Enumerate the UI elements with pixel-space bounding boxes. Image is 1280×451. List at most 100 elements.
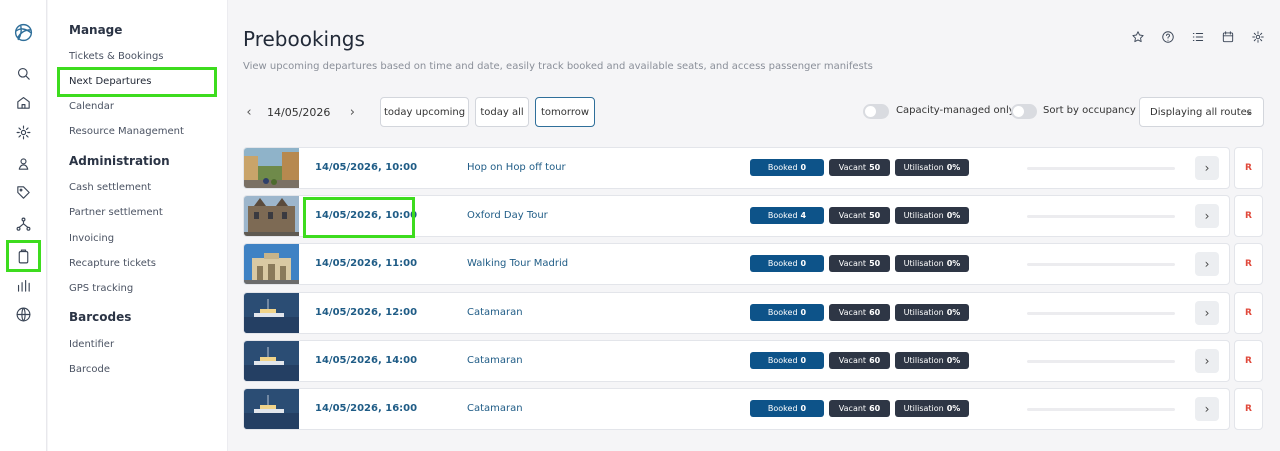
r-button[interactable]: R [1234, 243, 1263, 285]
highlight-box [303, 197, 415, 238]
open-departure-button[interactable]: › [1195, 301, 1219, 325]
tour-thumbnail [244, 293, 299, 333]
today-all-button[interactable]: today all [475, 97, 529, 127]
open-departure-button[interactable]: › [1195, 349, 1219, 373]
routes-select[interactable]: Displaying all routes ⌄ [1139, 97, 1264, 127]
calendar-icon[interactable] [1220, 29, 1236, 45]
menu-item-cash-settlement[interactable]: Cash settlement [69, 182, 151, 193]
current-date: 14/05/2026 [267, 106, 331, 119]
utilisation-badge: Utilisation 0% [895, 304, 969, 321]
menu-section-manage: Manage [69, 23, 123, 37]
occupancy-toggle[interactable] [1011, 104, 1037, 119]
departure-time[interactable]: 14/05/2026, 14:00 [315, 355, 417, 366]
tag-icon[interactable] [11, 180, 35, 204]
route-name[interactable]: Oxford Day Tour [467, 210, 548, 221]
menu-item-resource-management[interactable]: Resource Management [69, 126, 184, 137]
network-icon[interactable] [11, 212, 35, 236]
menu-item-partner-settlement[interactable]: Partner settlement [69, 207, 163, 218]
utilisation-badge: Utilisation 0% [895, 159, 969, 176]
r-button[interactable]: R [1234, 340, 1263, 382]
header-actions [1130, 29, 1266, 45]
highlight-box [57, 67, 217, 97]
page-title: Prebookings [243, 27, 365, 51]
tour-thumbnail [244, 244, 299, 284]
tour-thumbnail [244, 389, 299, 429]
capacity-toggle[interactable] [863, 104, 889, 119]
departure-time[interactable]: 14/05/2026, 12:00 [315, 307, 417, 318]
home-icon[interactable] [11, 90, 35, 114]
occupancy-toggle-label: Sort by occupancy [1043, 105, 1136, 116]
vacant-badge: Vacant 50 [829, 255, 890, 272]
vacant-badge: Vacant 60 [829, 400, 890, 417]
departure-time[interactable]: 14/05/2026, 11:00 [315, 258, 417, 269]
booked-badge: Booked 0 [750, 159, 824, 176]
open-departure-button[interactable]: › [1195, 204, 1219, 228]
globe-icon[interactable] [11, 302, 35, 326]
open-departure-button[interactable]: › [1195, 156, 1219, 180]
r-button[interactable]: R [1234, 292, 1263, 334]
booked-badge: Booked 0 [750, 255, 824, 272]
departure-row[interactable]: 14/05/2026, 11:00 Walking Tour Madrid Book… [243, 243, 1230, 285]
r-button[interactable]: R [1234, 147, 1263, 189]
booked-badge: Booked 0 [750, 400, 824, 417]
utilisation-badge: Utilisation 0% [895, 352, 969, 369]
bar-chart-icon[interactable] [11, 273, 35, 297]
route-name[interactable]: Hop on Hop off tour [467, 162, 566, 173]
open-departure-button[interactable]: › [1195, 252, 1219, 276]
occupancy-bar [1027, 215, 1175, 218]
list-icon[interactable] [1190, 29, 1206, 45]
icon-rail [0, 0, 47, 451]
utilisation-badge: Utilisation 0% [895, 400, 969, 417]
tour-thumbnail [244, 148, 299, 188]
r-button[interactable]: R [1234, 388, 1263, 430]
menu-item-tickets-bookings[interactable]: Tickets & Bookings [69, 51, 164, 62]
highlight-box [6, 240, 41, 272]
departure-time[interactable]: 14/05/2026, 10:00 [315, 162, 417, 173]
menu-item-invoicing[interactable]: Invoicing [69, 233, 114, 244]
open-departure-button[interactable]: › [1195, 397, 1219, 421]
vacant-badge: Vacant 50 [829, 207, 890, 224]
star-icon[interactable] [1130, 29, 1146, 45]
departure-time[interactable]: 14/05/2026, 16:00 [315, 403, 417, 414]
occupancy-bar [1027, 408, 1175, 411]
booked-badge: Booked 0 [750, 304, 824, 321]
route-name[interactable]: Catamaran [467, 403, 523, 414]
departure-row[interactable]: 14/05/2026, 16:00 Catamaran Booked 0 Vacant 6… [243, 388, 1230, 430]
logo-icon[interactable] [11, 20, 35, 44]
page-subtitle: View upcoming departures based on time a… [243, 61, 873, 72]
next-date-button[interactable]: › [346, 105, 358, 120]
menu-item-calendar[interactable]: Calendar [69, 101, 114, 112]
prev-date-button[interactable]: ‹ [243, 105, 255, 120]
menu-section-administration: Administration [69, 154, 170, 168]
tour-thumbnail [244, 196, 299, 236]
route-name[interactable]: Walking Tour Madrid [467, 258, 568, 269]
search-icon[interactable] [11, 61, 35, 85]
vacant-badge: Vacant 60 [829, 304, 890, 321]
vacant-badge: Vacant 50 [829, 159, 890, 176]
menu-item-recapture-tickets[interactable]: Recapture tickets [69, 258, 156, 269]
menu-item-gps-tracking[interactable]: GPS tracking [69, 283, 133, 294]
user-location-icon[interactable] [11, 151, 35, 175]
departure-row[interactable]: 14/05/2026, 10:00 Hop on Hop off tour Book… [243, 147, 1230, 189]
gear-icon[interactable] [1250, 29, 1266, 45]
departure-row[interactable]: 14/05/2026, 14:00 Catamaran Booked 0 Vacant 6… [243, 340, 1230, 382]
occupancy-bar [1027, 312, 1175, 315]
tour-thumbnail [244, 341, 299, 381]
occupancy-bar [1027, 263, 1175, 266]
r-button[interactable]: R [1234, 195, 1263, 237]
today-upcoming-button[interactable]: today upcoming [380, 97, 469, 127]
utilisation-badge: Utilisation 0% [895, 207, 969, 224]
departure-row[interactable]: 14/05/2026, 12:00 Catamaran Booked 0 Vacant 6… [243, 292, 1230, 334]
booked-badge: Booked 4 [750, 207, 824, 224]
menu-section-barcodes: Barcodes [69, 310, 132, 324]
gear-icon[interactable] [11, 120, 35, 144]
menu-item-identifier[interactable]: Identifier [69, 339, 114, 350]
menu-item-barcode[interactable]: Barcode [69, 364, 110, 375]
help-icon[interactable] [1160, 29, 1176, 45]
date-navigator: ‹ 14/05/2026 › [243, 105, 358, 120]
route-name[interactable]: Catamaran [467, 355, 523, 366]
vacant-badge: Vacant 60 [829, 352, 890, 369]
tomorrow-button[interactable]: tomorrow [535, 97, 595, 127]
routes-select-value: Displaying all routes [1150, 106, 1252, 118]
route-name[interactable]: Catamaran [467, 307, 523, 318]
